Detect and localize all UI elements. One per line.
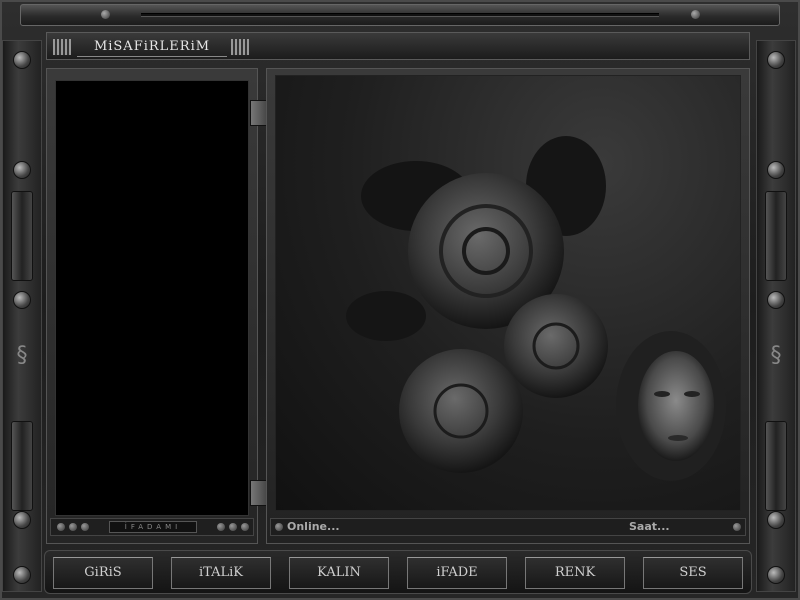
dot-icon — [57, 523, 65, 531]
bolt-icon — [767, 51, 785, 69]
bolt-icon — [767, 511, 785, 529]
left-ornament-column: § — [2, 40, 42, 592]
status-bar: Online... Saat... — [270, 518, 746, 536]
dot-icon — [229, 523, 237, 531]
rail-ornament — [11, 191, 33, 281]
rail-ornament — [765, 191, 787, 281]
bolt-icon — [13, 511, 31, 529]
bolt-icon — [13, 291, 31, 309]
rivet-icon — [691, 10, 700, 19]
bolt-icon — [767, 566, 785, 584]
italik-button[interactable]: iTALiK — [171, 557, 271, 589]
bolt-icon — [767, 291, 785, 309]
dot-icon — [81, 523, 89, 531]
rail-ornament — [765, 421, 787, 511]
bolt-icon — [13, 161, 31, 179]
rose-portrait-image — [346, 136, 726, 481]
title-bar: MiSAFiRLERiM — [46, 32, 750, 60]
bolt-icon — [13, 51, 31, 69]
bolt-icon — [13, 566, 31, 584]
giris-button[interactable]: GiRiS — [53, 557, 153, 589]
window-title: MiSAFiRLERiM — [77, 37, 227, 57]
rivet-icon — [101, 10, 110, 19]
dot-icon — [275, 523, 283, 531]
top-groove — [141, 13, 659, 17]
right-ornament-column: § — [756, 40, 796, 592]
dot-icon — [69, 523, 77, 531]
kalin-button[interactable]: KALIN — [289, 557, 389, 589]
visitor-list[interactable] — [55, 80, 249, 516]
top-bar — [20, 4, 780, 26]
grip-icon — [53, 39, 71, 55]
dot-icon — [241, 523, 249, 531]
clock-status: Saat... — [629, 520, 670, 533]
ifade-button[interactable]: iFADE — [407, 557, 507, 589]
dot-icon — [733, 523, 741, 531]
bolt-icon — [767, 161, 785, 179]
renk-button[interactable]: RENK — [525, 557, 625, 589]
grip-icon — [231, 39, 249, 55]
dot-icon — [217, 523, 225, 531]
online-status: Online... — [287, 520, 340, 533]
ses-button[interactable]: SES — [643, 557, 743, 589]
scroll-ornament-icon: § — [16, 343, 28, 368]
scroll-ornament-icon: § — [770, 343, 782, 368]
visitor-panel-footer: İFADAMI — [50, 518, 254, 536]
footer-label: İFADAMI — [109, 521, 197, 533]
chat-display — [275, 75, 741, 511]
button-bar: GiRiS iTALiK KALIN iFADE RENK SES — [44, 550, 752, 594]
rail-ornament — [11, 421, 33, 511]
